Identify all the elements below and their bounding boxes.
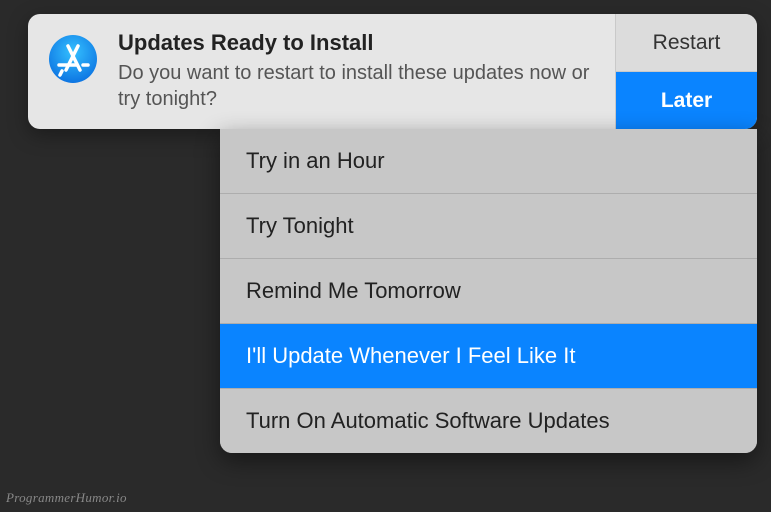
dropdown-item-remind-tomorrow[interactable]: Remind Me Tomorrow [220,259,757,324]
dropdown-item-feel-like-it[interactable]: I'll Update Whenever I Feel Like It [220,324,757,389]
notification-body: Updates Ready to Install Do you want to … [118,14,615,129]
notification-title: Updates Ready to Install [118,30,605,56]
dropdown-item-try-hour[interactable]: Try in an Hour [220,129,757,194]
update-notification: Updates Ready to Install Do you want to … [28,14,757,129]
dropdown-item-try-tonight[interactable]: Try Tonight [220,194,757,259]
later-dropdown-menu: Try in an Hour Try Tonight Remind Me Tom… [220,129,757,453]
restart-button[interactable]: Restart [616,14,757,72]
later-button[interactable]: Later [616,72,757,129]
watermark: ProgrammerHumor.io [6,490,127,506]
dropdown-item-auto-updates[interactable]: Turn On Automatic Software Updates [220,389,757,453]
notification-actions: Restart Later [615,14,757,129]
app-store-icon [28,14,118,129]
notification-message: Do you want to restart to install these … [118,60,605,112]
